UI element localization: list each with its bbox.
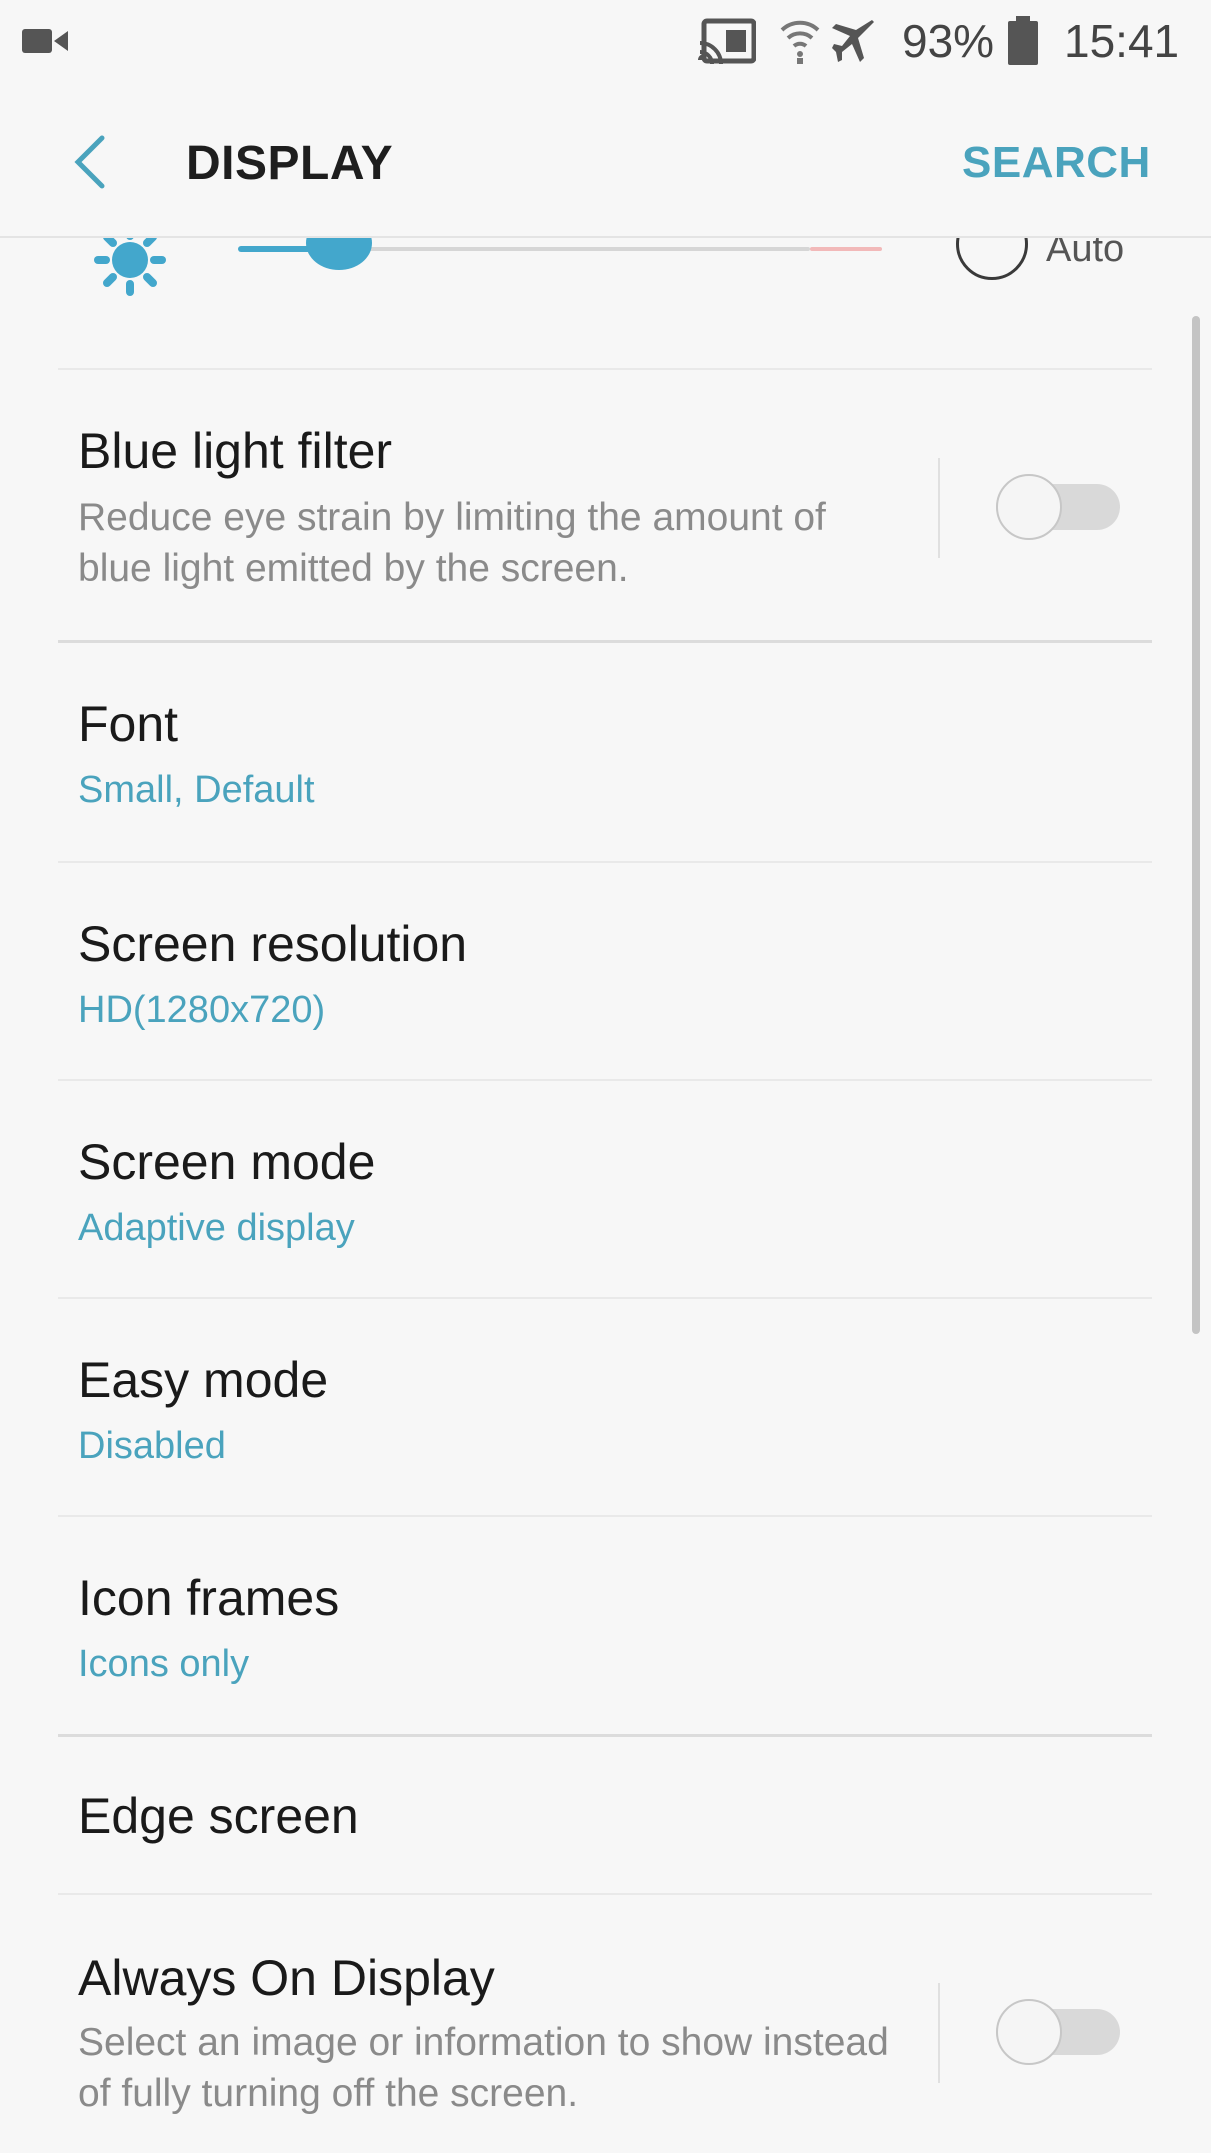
- setting-blue-light-filter[interactable]: Blue light filter Reduce eye strain by l…: [0, 370, 1160, 640]
- setting-description: Reduce eye strain by limiting the amount…: [78, 496, 826, 590]
- setting-title: Font: [78, 696, 179, 752]
- setting-title: Always On Display: [78, 1950, 495, 2006]
- setting-screen-mode[interactable]: Screen mode Adaptive display: [0, 1081, 1160, 1297]
- vertical-separator: [938, 1983, 940, 2083]
- status-bar: 93% 15:41: [0, 0, 1211, 86]
- airplane-icon: [830, 18, 878, 71]
- setting-value: HD(1280x720): [78, 989, 326, 1031]
- setting-title: Easy mode: [78, 1352, 329, 1408]
- page-title: DISPLAY: [186, 137, 394, 190]
- setting-easy-mode[interactable]: Easy mode Disabled: [0, 1299, 1160, 1515]
- setting-title: Screen resolution: [78, 916, 468, 972]
- slider-thumb[interactable]: [306, 238, 372, 270]
- display-settings-screen: 93% 15:41 DISPLAY SEARCH Auto Blue light…: [0, 0, 1211, 2153]
- app-bar: DISPLAY SEARCH: [0, 86, 1211, 236]
- cast-icon: [698, 18, 757, 69]
- slider-track-high-zone: [810, 247, 882, 251]
- setting-font[interactable]: Font Small, Default: [0, 643, 1160, 861]
- toggle-knob: [996, 474, 1062, 540]
- setting-edge-screen[interactable]: Edge screen: [0, 1737, 1160, 1893]
- scrollbar[interactable]: [1192, 316, 1200, 1334]
- auto-brightness-radio[interactable]: [956, 238, 1028, 280]
- slider-track-empty: [338, 247, 810, 251]
- video-icon: [22, 26, 70, 61]
- auto-brightness-label: Auto: [1046, 238, 1125, 270]
- battery-icon: [1006, 16, 1040, 71]
- setting-value: Small, Default: [78, 769, 315, 811]
- brightness-icon: [90, 238, 170, 298]
- setting-title: Blue light filter: [78, 423, 393, 479]
- blue-light-filter-toggle[interactable]: [996, 474, 1120, 540]
- chevron-left-icon: [74, 135, 105, 189]
- setting-title: Screen mode: [78, 1134, 376, 1190]
- wifi-icon: [778, 16, 822, 71]
- back-button[interactable]: [60, 130, 120, 194]
- always-on-display-toggle[interactable]: [996, 1999, 1120, 2065]
- setting-value: Adaptive display: [78, 1207, 355, 1249]
- clock: 15:41: [1064, 15, 1180, 67]
- setting-value: Disabled: [78, 1425, 226, 1467]
- battery-percent: 93%: [902, 15, 995, 67]
- setting-always-on-display[interactable]: Always On Display Select an image or inf…: [0, 1895, 1160, 2153]
- setting-icon-frames[interactable]: Icon frames Icons only: [0, 1517, 1160, 1735]
- setting-screen-resolution[interactable]: Screen resolution HD(1280x720): [0, 863, 1160, 1079]
- vertical-separator: [938, 458, 940, 558]
- setting-value: Icons only: [78, 1643, 250, 1685]
- brightness-row: Auto: [0, 238, 1211, 298]
- setting-title: Icon frames: [78, 1570, 340, 1626]
- setting-title: Edge screen: [78, 1788, 359, 1844]
- search-button[interactable]: SEARCH: [962, 138, 1151, 188]
- setting-description: Select an image or information to show i…: [78, 2021, 889, 2115]
- toggle-knob: [996, 1999, 1062, 2065]
